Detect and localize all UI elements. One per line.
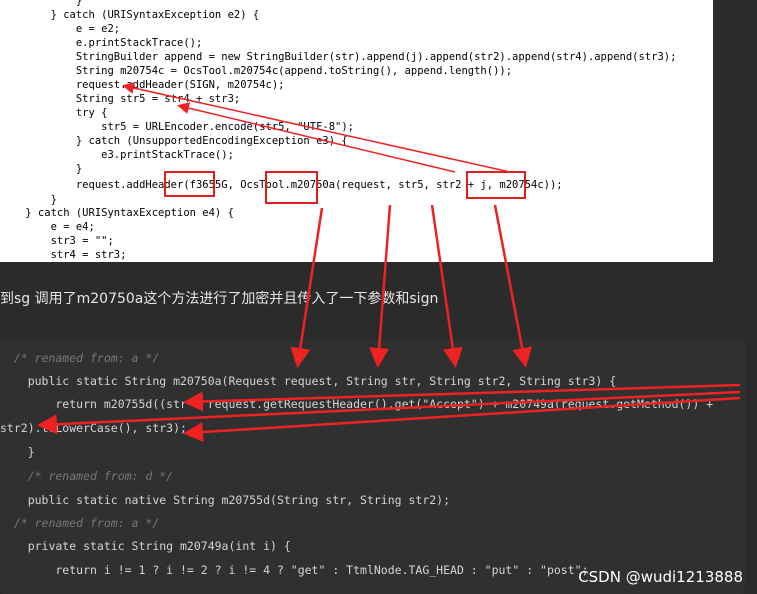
code-line: str4 = str3; [0, 249, 127, 261]
code-line: public static native String m20755d(Stri… [0, 493, 451, 507]
code-line: String str5 = str4 + str3; [0, 93, 241, 105]
code-line: request.addHeader(f3655G, OcsTool.m20750… [0, 179, 563, 191]
code-line: e.printStackTrace(); [0, 37, 203, 49]
code-line: String m20754c = OcsTool.m20754c(append.… [0, 65, 513, 77]
code-line: } [0, 0, 83, 7]
code-line: e = e2; [0, 23, 121, 35]
top-code-screenshot: } } catch (URISyntaxException e2) { e = … [0, 0, 713, 262]
code-line: } [0, 194, 57, 206]
code-line: private static String m20749a(int i) { [0, 539, 291, 553]
code-line: StringBuilder append = new StringBuilder… [0, 51, 677, 63]
code-line: /* renamed from: a */ [0, 516, 160, 530]
code-line: e3.printStackTrace(); [0, 149, 234, 161]
dark-margin [713, 0, 757, 262]
code-line: public static String m20750a(Request req… [0, 374, 617, 388]
code-line: request.addHeader(SIGN, m20754c); [0, 79, 285, 91]
code-line: } catch (URISyntaxException e4) { [0, 207, 234, 219]
code-line: } catch (UnsupportedEncodingException e3… [0, 135, 348, 147]
code-line: return m20755d((str + request.getRequest… [0, 397, 714, 411]
code-line: return i != 1 ? i != 2 ? i != 4 ? "get" … [0, 563, 589, 577]
decompiled-code-block: /* renamed from: a */ public static Stri… [0, 340, 745, 594]
code-line: } [0, 445, 35, 459]
code-line: e = e4; [0, 221, 95, 233]
code-line: try { [0, 107, 108, 119]
code-line: } catch (URISyntaxException e2) { [0, 9, 260, 21]
code-line: str3 = ""; [0, 235, 114, 247]
code-line: str5 = URLEncoder.encode(str5, "UTF-8"); [0, 121, 355, 133]
article-caption: 到sg 调用了m20750a这个方法进行了加密并且传入了一下参数和sign [0, 291, 439, 307]
code-line: /* renamed from: a */ [0, 351, 160, 365]
code-line: str2).toLowerCase(), str3); [0, 421, 187, 435]
code-line: } [0, 163, 83, 175]
code-line: /* renamed from: d */ [0, 469, 174, 483]
csdn-watermark: CSDN @wudi1213888 [578, 568, 743, 586]
